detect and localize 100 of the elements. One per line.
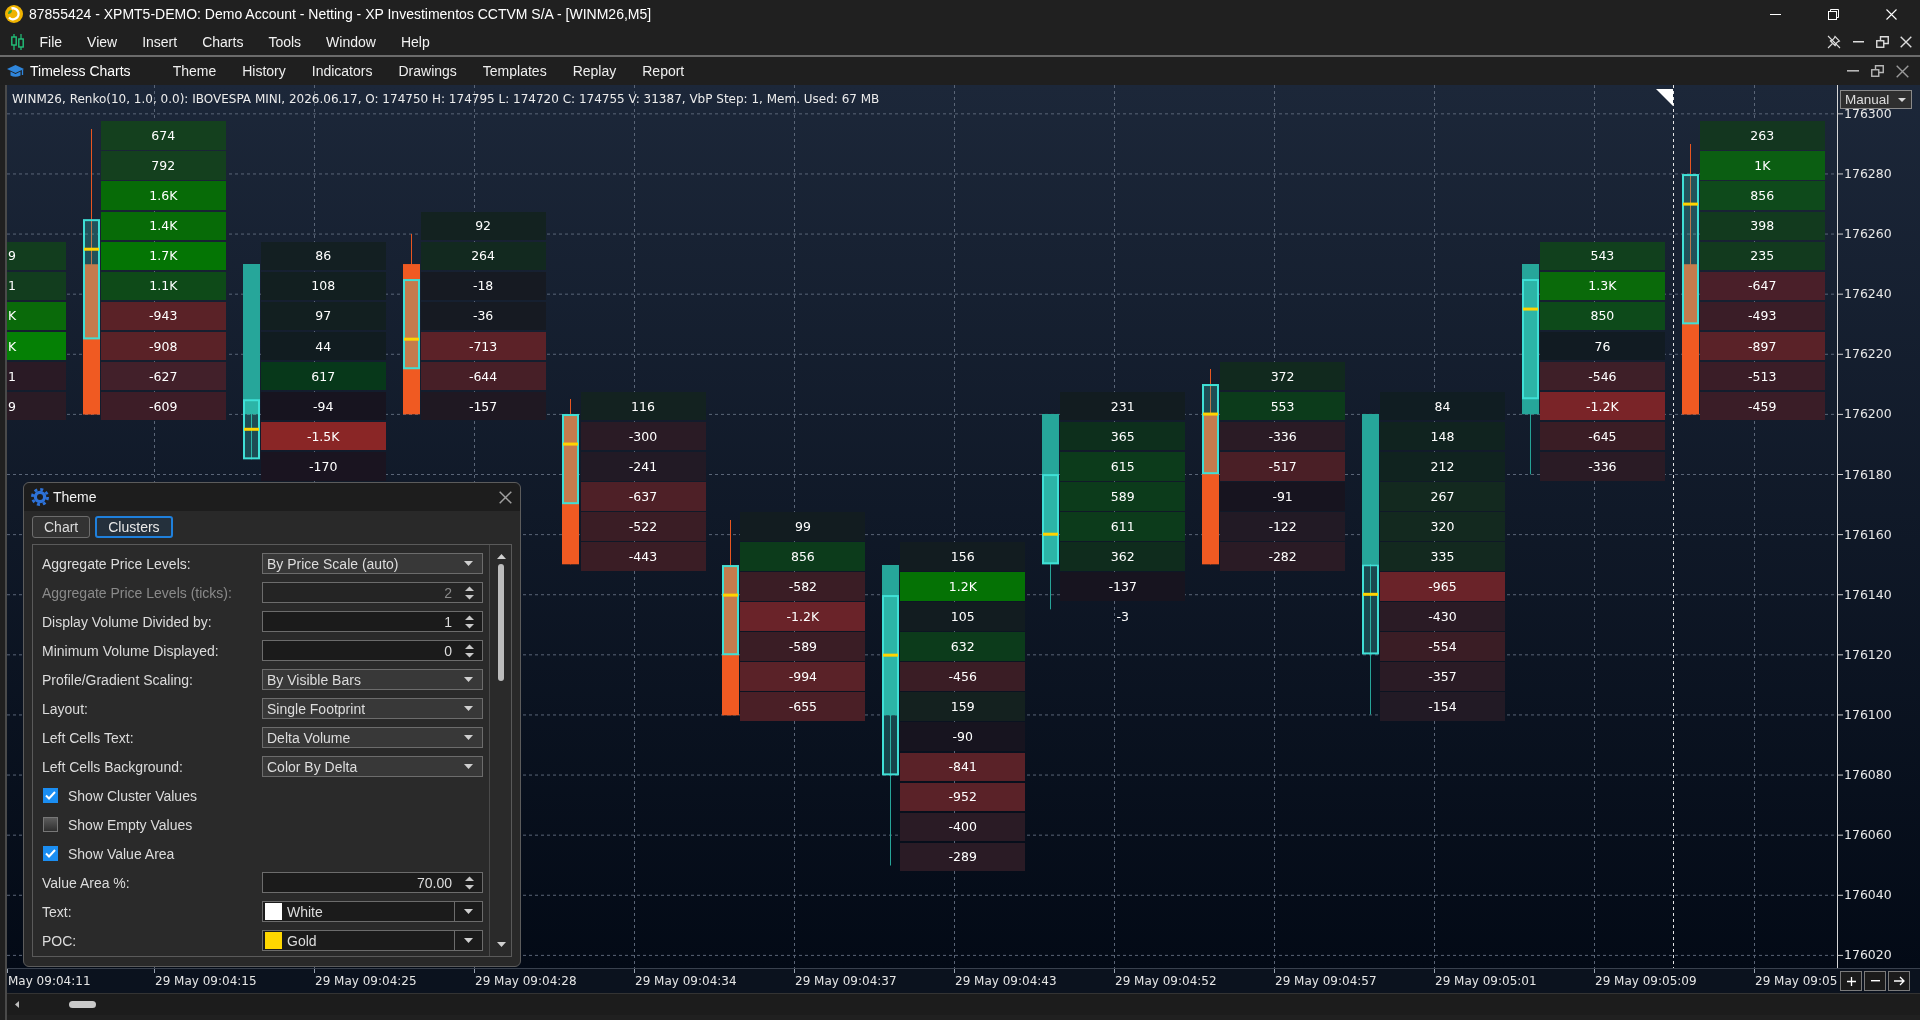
menu-item[interactable]: Drawings [385, 63, 470, 79]
footprint-cell: K [7, 331, 66, 361]
zoom-out-button[interactable] [1864, 971, 1886, 991]
footprint-cell: 212 [1380, 451, 1505, 481]
close-icon[interactable] [1896, 64, 1909, 78]
setting-label: Minimum Volume Displayed: [42, 642, 220, 659]
dropdown[interactable]: By Price Scale (auto) [262, 553, 483, 574]
dropdown[interactable]: By Visible Bars [262, 669, 483, 690]
spinner-field[interactable]: 1 [262, 611, 483, 632]
dropdown[interactable]: Color By Delta [262, 756, 483, 777]
triangle-marker-icon[interactable] [1656, 89, 1673, 106]
scroll-up-arrow-icon[interactable] [496, 554, 506, 559]
footprint-cell: 76 [1539, 331, 1665, 361]
menu-item[interactable]: Window [313, 33, 389, 50]
footprint-cell: 116 [580, 391, 706, 421]
footprint-cell: 231 [1060, 391, 1186, 421]
spinner-arrows-icon[interactable] [465, 585, 474, 600]
footprint-cell: -582 [740, 572, 866, 601]
checkbox[interactable] [43, 846, 58, 861]
restore-icon[interactable] [1875, 35, 1889, 48]
footprint-cell: -897 [1699, 331, 1825, 361]
menu-item[interactable]: Templates [469, 63, 560, 79]
menu-item[interactable]: Tools [255, 33, 314, 50]
footprint-cell: 235 [1699, 241, 1825, 271]
menu-item[interactable]: History [229, 63, 299, 79]
minimize-icon[interactable] [1846, 70, 1859, 72]
color-dropdown[interactable]: Gold [262, 930, 483, 951]
footprint-cell: -154 [1380, 692, 1505, 721]
footprint-cell: -137 [1060, 572, 1186, 601]
close-icon[interactable] [499, 490, 512, 504]
footprint-cell: -965 [1380, 572, 1505, 601]
spinner-arrows-icon[interactable] [465, 643, 474, 658]
spinner-field[interactable]: 70.00 [262, 872, 483, 893]
scrollbar-thumb[interactable] [498, 564, 504, 681]
checkbox[interactable] [43, 788, 58, 803]
restore-icon[interactable] [1871, 65, 1884, 77]
scrollbar-thumb[interactable] [69, 1001, 96, 1008]
footprint-cell: 398 [1699, 211, 1825, 241]
setting-label: Aggregate Price Levels: [42, 555, 192, 572]
footprint-cell: -627 [100, 361, 226, 391]
footprint-cell: 105 [900, 602, 1026, 631]
footprint-cell: 850 [1539, 301, 1665, 331]
setting-label: Layout: [42, 700, 89, 717]
checkmark-icon [45, 849, 56, 858]
price-label: 176260 [1844, 226, 1892, 243]
menu-item[interactable]: Report [629, 63, 698, 79]
footprint-cell: 263 [1699, 121, 1825, 150]
color-dropdown[interactable]: White [262, 901, 483, 922]
scale-mode-dropdown[interactable]: Manual [1840, 90, 1912, 109]
tab[interactable]: Chart [32, 516, 91, 538]
footprint-cell: 1.1K [100, 271, 226, 301]
scroll-left-arrow-icon[interactable] [15, 1001, 19, 1008]
minimize-icon[interactable] [1769, 13, 1781, 15]
footprint-cell: 1.3K [1539, 271, 1665, 301]
minimize-icon[interactable] [1852, 40, 1864, 43]
footprint-cell: -456 [900, 662, 1026, 691]
price-label: 176140 [1844, 586, 1892, 603]
candlestick-icon [11, 33, 24, 50]
time-label: 29 May 09:04:52 [1114, 974, 1217, 988]
footprint-cell: -637 [580, 482, 706, 511]
menu-item[interactable]: View [74, 33, 130, 50]
menu-item[interactable]: Charts [189, 33, 256, 50]
spinner-field[interactable]: 0 [262, 640, 483, 661]
menu-item[interactable]: Replay [559, 63, 630, 79]
arrow-right-icon [1893, 976, 1905, 986]
dropdown[interactable]: Delta Volume [262, 727, 483, 748]
menu-item[interactable]: Indicators [298, 63, 386, 79]
caret-icon [464, 706, 473, 711]
footprint-cell: 611 [1060, 512, 1186, 541]
checkbox[interactable] [43, 817, 58, 832]
menu-item[interactable]: Insert [129, 33, 190, 50]
footprint-cell: -1.2K [740, 602, 866, 631]
setting-label: Left Cells Background: [42, 758, 184, 775]
footprint-cell: 99 [740, 512, 866, 541]
chart-window-title: Timeless Charts [30, 63, 131, 79]
footprint-cell: 589 [1060, 482, 1186, 511]
dropdown[interactable]: Single Footprint [262, 698, 483, 719]
menu-item[interactable]: Theme [159, 63, 230, 79]
scroll-to-end-button[interactable] [1888, 971, 1910, 991]
pin-icon[interactable] [1827, 34, 1841, 49]
tab[interactable]: Clusters [95, 516, 173, 538]
footprint-cell: -36 [420, 301, 546, 331]
footprint-cell: 86 [260, 241, 386, 271]
menu-item[interactable]: File [27, 33, 75, 50]
footprint-cell: -645 [1539, 421, 1665, 451]
footprint-cell: 9 [7, 391, 66, 421]
price-label: 176120 [1844, 646, 1892, 663]
menu-item[interactable]: Help [388, 33, 443, 50]
footprint-cell: -517 [1220, 451, 1346, 481]
graduation-cap-icon [7, 64, 24, 78]
footprint-cell: -994 [740, 662, 866, 691]
spinner-arrows-icon[interactable] [465, 614, 474, 629]
restore-icon[interactable] [1827, 8, 1839, 20]
footprint-cell: -357 [1380, 662, 1505, 691]
footprint-cell: 1K [1699, 151, 1825, 180]
scroll-down-arrow-icon[interactable] [496, 942, 506, 947]
zoom-in-button[interactable] [1840, 971, 1862, 991]
setting-label: Value Area %: [42, 874, 131, 891]
footprint-cell: -655 [740, 692, 866, 721]
spinner-arrows-icon[interactable] [465, 875, 474, 890]
